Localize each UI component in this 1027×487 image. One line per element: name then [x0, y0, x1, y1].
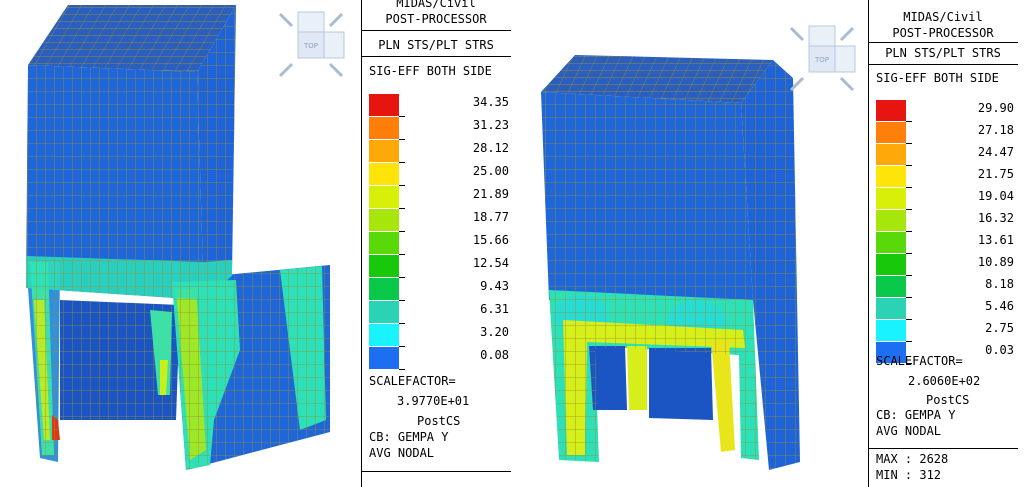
right-legend-divider	[868, 0, 869, 487]
scale-value-label: 29.90	[977, 101, 1014, 115]
color-swatch	[369, 117, 399, 139]
viewcube-top-label: TOP	[814, 56, 829, 64]
color-swatch	[876, 320, 906, 341]
right-nodal: AVG NODAL	[876, 424, 942, 438]
right-scalefactor-value: 2.6060E+02	[908, 374, 981, 388]
color-swatch	[369, 255, 399, 277]
scale-value-label: 31.23	[472, 118, 509, 132]
color-swatch	[876, 144, 906, 165]
color-swatch	[876, 188, 906, 209]
left-scalefactor-label: SCALEFACTOR=	[369, 374, 456, 388]
right-min: MIN : 312	[876, 468, 942, 482]
scale-value-label: 16.32	[977, 211, 1014, 225]
color-swatch	[369, 232, 399, 254]
scale-value-label: 19.04	[977, 189, 1014, 203]
scale-value-label: 10.89	[977, 255, 1014, 269]
color-swatch	[876, 232, 906, 253]
scale-value-label: 25.00	[472, 164, 509, 178]
scale-value-label: 21.75	[977, 167, 1014, 181]
scale-value-label: 21.89	[472, 187, 509, 201]
left-legend-title: MIDAS/Civil	[396, 0, 476, 10]
scale-value-label: 2.75	[985, 321, 1014, 335]
color-swatch	[369, 163, 399, 185]
right-stage: PostCS	[926, 393, 970, 407]
scale-value-label: 24.47	[977, 145, 1014, 159]
left-stage: PostCS	[417, 414, 461, 428]
right-legend-type: PLN STS/PLT STRS	[885, 46, 1001, 60]
scale-value-label: 0.03	[985, 343, 1014, 357]
scale-value-label: 0.08	[480, 348, 509, 362]
scale-value-label: 28.12	[472, 141, 509, 155]
color-swatch	[876, 100, 906, 121]
right-viewcube-icon[interactable]: TOP	[787, 24, 857, 94]
color-swatch	[369, 324, 399, 346]
color-swatch	[369, 209, 399, 231]
scale-value-label: 12.54	[472, 256, 509, 270]
scale-value-label: 9.43	[480, 279, 509, 293]
left-legend-type: PLN STS/PLT STRS	[378, 38, 494, 52]
scale-value-label: 27.18	[977, 123, 1014, 137]
color-swatch	[369, 278, 399, 300]
color-swatch	[876, 298, 906, 319]
color-swatch	[876, 254, 906, 275]
right-legend-subtitle: POST-PROCESSOR	[892, 26, 994, 40]
left-viewcube-icon[interactable]: TOP	[276, 10, 346, 80]
scale-value-label: 3.20	[480, 325, 509, 339]
color-swatch	[876, 210, 906, 231]
scale-value-label: 5.46	[985, 299, 1014, 313]
left-nodal: AVG NODAL	[369, 446, 435, 460]
left-scalefactor-value: 3.9770E+01	[397, 394, 470, 408]
right-load-case: CB: GEMPA Y	[876, 408, 956, 422]
scale-value-label: 34.35	[472, 95, 509, 109]
scale-value-label: 13.61	[977, 233, 1014, 247]
scale-value-label: 15.66	[472, 233, 509, 247]
left-result-panel: TOP MIDAS/Civil POST-PROCESSOR PLN STS/P…	[0, 0, 515, 487]
right-legend-component: SIG-EFF BOTH SIDE	[876, 71, 999, 85]
color-swatch	[876, 276, 906, 297]
scale-value-label: 8.18	[985, 277, 1014, 291]
color-swatch	[876, 122, 906, 143]
left-load-case: CB: GEMPA Y	[369, 430, 449, 444]
left-legend-subtitle: POST-PROCESSOR	[385, 12, 487, 26]
scale-value-label: 6.31	[480, 302, 509, 316]
right-legend-title: MIDAS/Civil	[903, 10, 983, 24]
color-swatch	[369, 347, 399, 369]
color-swatch	[369, 186, 399, 208]
color-swatch	[876, 166, 906, 187]
color-swatch	[369, 94, 399, 116]
left-legend-component: SIG-EFF BOTH SIDE	[369, 64, 492, 78]
right-result-panel: TOP MIDAS/Civil POST-PROCESSOR PLN STS/P…	[515, 0, 1027, 487]
left-legend-divider	[361, 0, 362, 487]
viewcube-top-label: TOP	[303, 42, 318, 50]
right-max: MAX : 2628	[876, 452, 949, 466]
color-swatch	[369, 140, 399, 162]
right-scalefactor-label: SCALEFACTOR=	[876, 354, 963, 368]
color-swatch	[369, 301, 399, 323]
scale-value-label: 18.77	[472, 210, 509, 224]
